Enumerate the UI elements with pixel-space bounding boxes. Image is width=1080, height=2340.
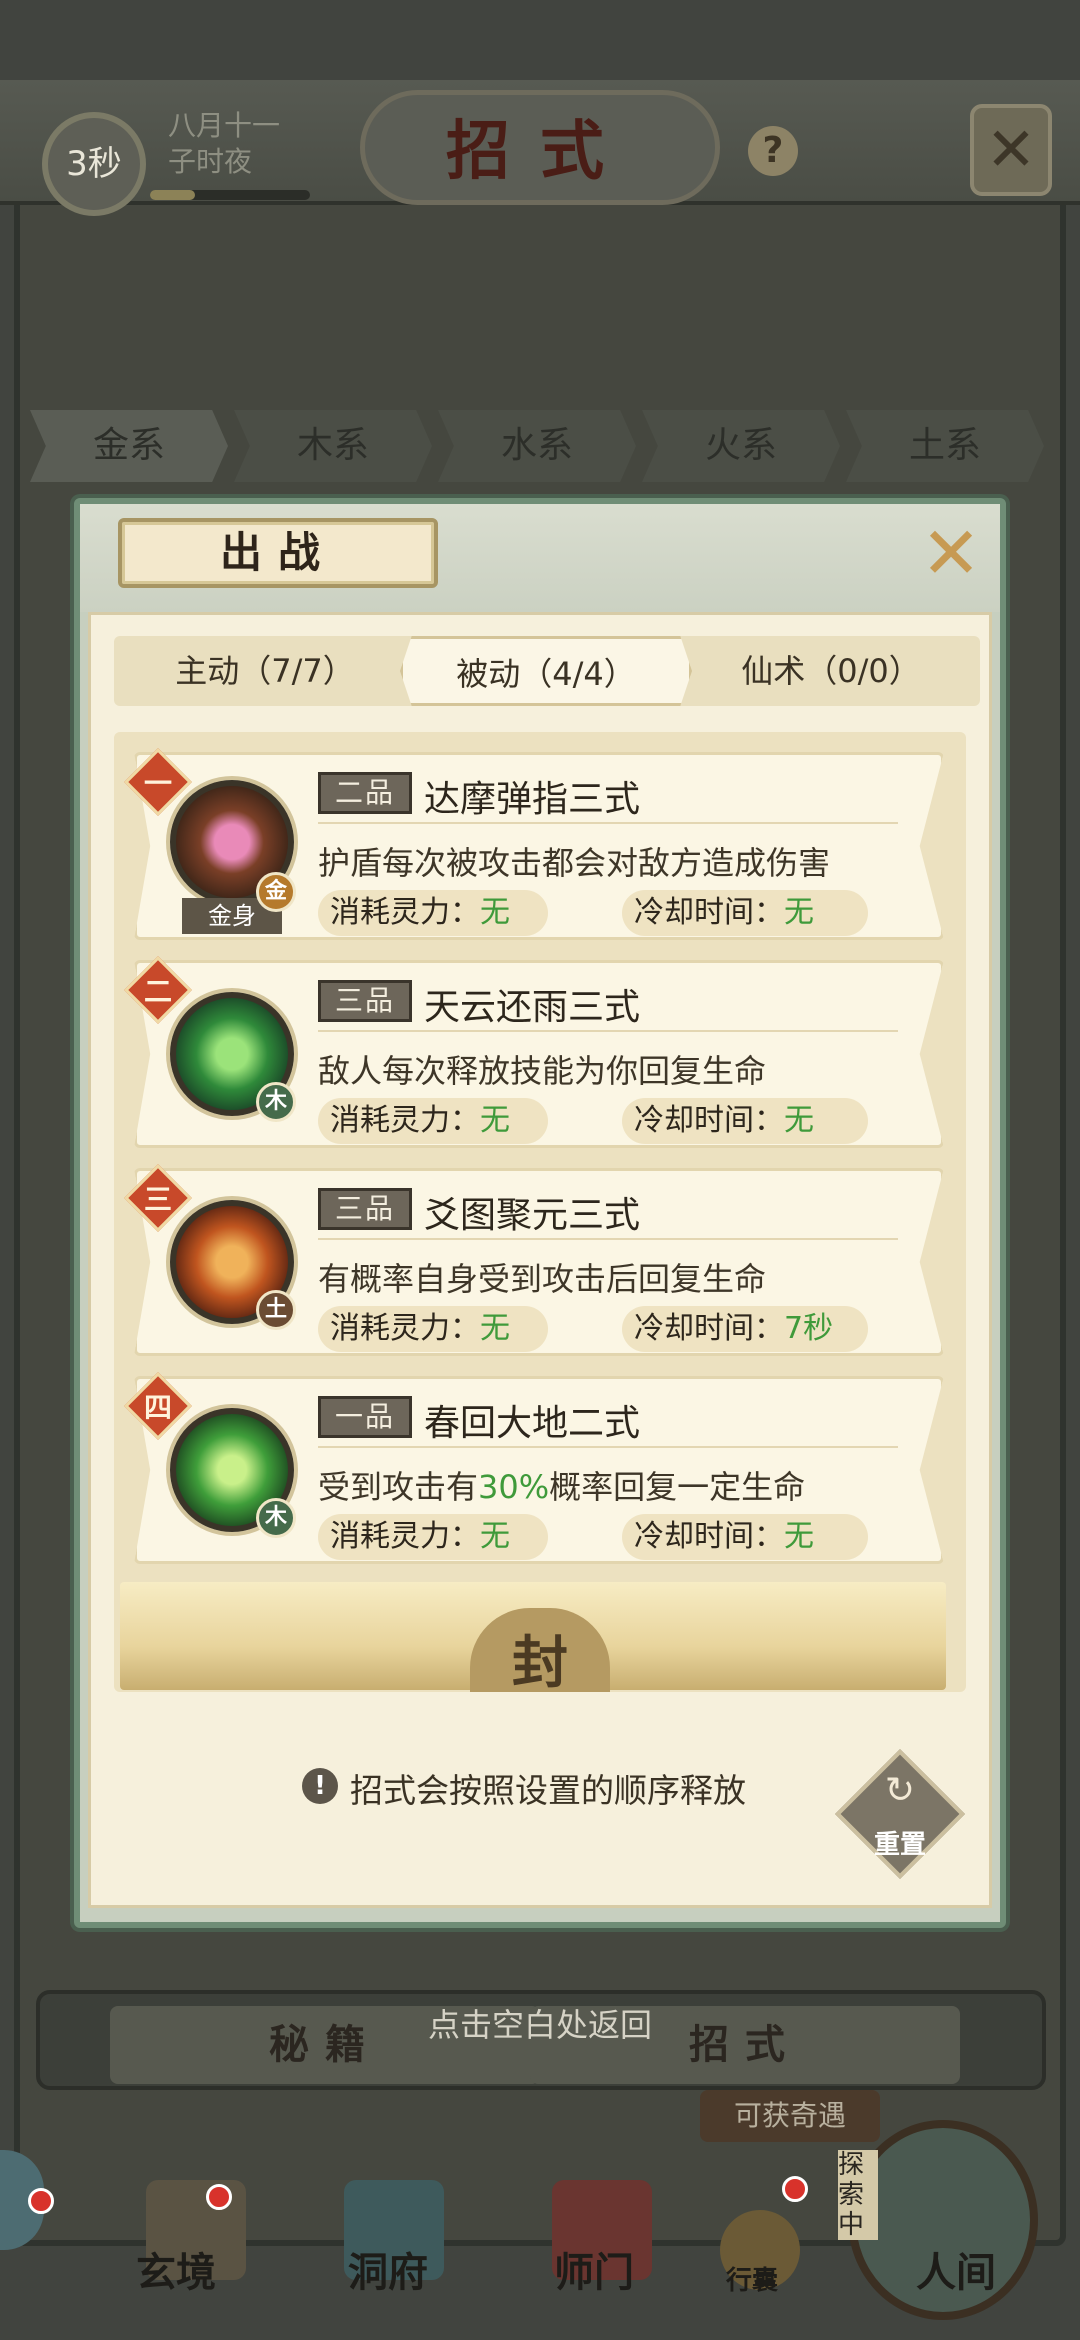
timer-badge: 3秒: [42, 112, 146, 216]
cost-pill: 消耗灵力：无: [318, 1306, 548, 1352]
divider: [318, 822, 898, 824]
cooldown-pill: 冷却时间：7秒: [622, 1306, 868, 1352]
date-line-1: 八月十一: [168, 109, 281, 142]
skill-name: 爻图聚元三式: [424, 1195, 641, 1236]
order-number: 一: [143, 767, 172, 800]
page-title: 招式: [446, 114, 634, 189]
encounter-label: 可获奇遇: [700, 2090, 880, 2142]
close-icon[interactable]: ✕: [970, 104, 1052, 196]
element-badge: 金: [256, 872, 296, 912]
order-number: 四: [143, 1391, 172, 1424]
element-badge: 木: [256, 1498, 296, 1538]
nav-sect[interactable]: 师门: [554, 2240, 634, 2298]
divider: [318, 1446, 898, 1448]
refresh-icon: ↻: [884, 1770, 916, 1811]
tab-wood[interactable]: 木系: [234, 410, 432, 482]
nav-realm[interactable]: 玄境: [136, 2240, 216, 2298]
divider: [318, 1238, 898, 1240]
element-badge: 土: [256, 1290, 296, 1330]
notification-dot: [28, 2188, 54, 2214]
cost-pill: 消耗灵力：无: [318, 890, 548, 936]
question-icon[interactable]: ?: [748, 126, 798, 176]
skill-description: 敌人每次释放技能为你回复生命: [318, 1052, 767, 1090]
order-tip: 招式会按照设置的顺序释放: [350, 1771, 746, 1810]
cooldown-pill: 冷却时间：无: [622, 1514, 868, 1560]
cooldown-pill: 冷却时间：无: [622, 890, 868, 936]
grade-badge: 三品: [318, 1188, 412, 1230]
skill-description: 有概率自身受到攻击后回复生命: [318, 1260, 767, 1298]
element-tabs: 金系 木系 水系 火系 土系: [30, 410, 1050, 482]
tab-passive-skills[interactable]: 被动（4/4）: [400, 636, 692, 706]
tab-water[interactable]: 水系: [438, 410, 636, 482]
cooldown-pill: 冷却时间：无: [622, 1098, 868, 1144]
tab-immortal-arts[interactable]: 仙术（0/0）: [686, 636, 976, 706]
tab-active-skills[interactable]: 主动（7/7）: [120, 636, 410, 706]
popup-close-icon[interactable]: ✕: [916, 517, 986, 590]
nav-cave[interactable]: 洞府: [348, 2240, 428, 2298]
grade-badge: 二品: [318, 772, 412, 814]
explore-status: 探索中: [838, 2150, 878, 2240]
nav-bag[interactable]: 行囊: [726, 2260, 778, 2297]
tab-fire[interactable]: 火系: [642, 410, 840, 482]
skill-description: 护盾每次被攻击都会对敌方造成伤害: [318, 844, 831, 882]
divider: [318, 1030, 898, 1032]
tab-earth[interactable]: 土系: [846, 410, 1044, 482]
cost-pill: 消耗灵力：无: [318, 1098, 548, 1144]
grade-badge: 三品: [318, 980, 412, 1022]
element-badge: 木: [256, 1082, 296, 1122]
info-icon: !: [302, 1768, 338, 1804]
popup-title: 出战: [118, 518, 438, 588]
notification-dot: [782, 2176, 808, 2202]
notification-dot: [206, 2184, 232, 2210]
skill-name: 天云还雨三式: [424, 987, 641, 1028]
tab-metal[interactable]: 金系: [30, 410, 228, 482]
skill-name: 春回大地二式: [424, 1403, 641, 1444]
grade-badge: 一品: [318, 1396, 412, 1438]
date-line-2: 子时夜: [168, 145, 253, 178]
skill-name: 达摩弹指三式: [424, 779, 641, 820]
return-hint: 点击空白处返回: [427, 2006, 652, 2044]
order-number: 三: [143, 1183, 172, 1216]
cost-pill: 消耗灵力：无: [318, 1514, 548, 1560]
order-number: 二: [143, 975, 172, 1008]
reset-label: 重置: [873, 1830, 926, 1860]
time-progress-fill: [150, 190, 195, 200]
skill-description: 受到攻击有30%概率回复一定生命: [318, 1468, 806, 1506]
nav-world[interactable]: 人间: [916, 2240, 996, 2298]
time-progress-bar: [150, 190, 310, 200]
